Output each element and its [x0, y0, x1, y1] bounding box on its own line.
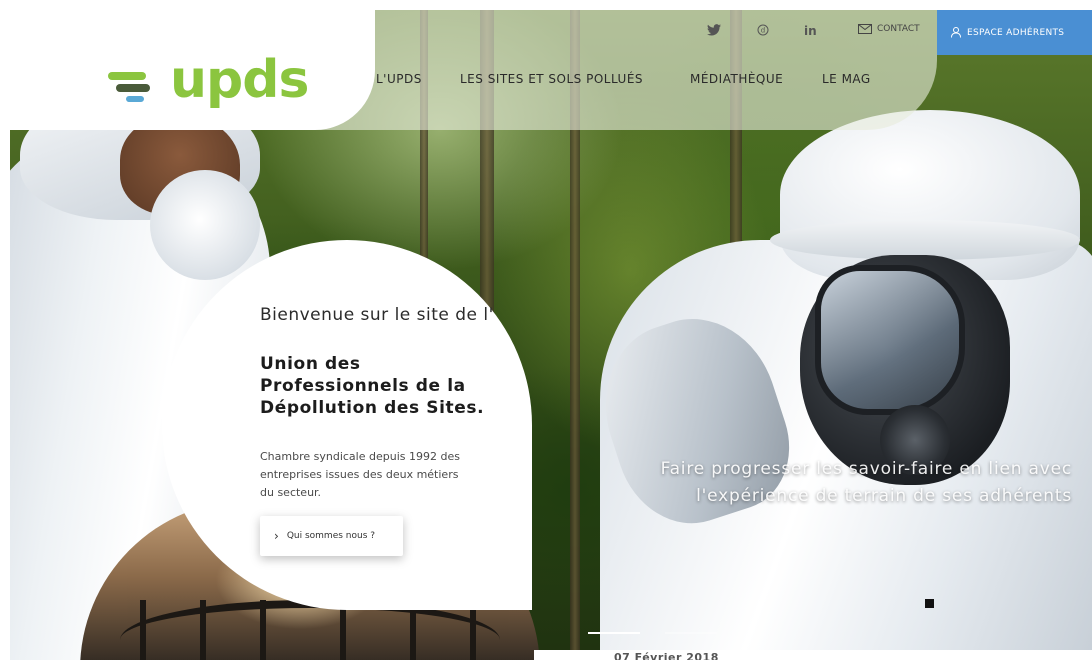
right-worker-helmet-brim: [770, 220, 1080, 260]
nav-item-sites-sols[interactable]: LES SITES ET SOLS POLLUÉS: [460, 72, 643, 86]
logo-mark-icon: [108, 72, 168, 112]
organization-name: Union des Professionnels de la Dépolluti…: [260, 354, 485, 418]
slide-dot[interactable]: [665, 632, 717, 634]
about-us-button[interactable]: › Qui sommes nous ?: [260, 516, 403, 556]
welcome-intro: Bienvenue sur le site de l': [260, 305, 494, 325]
logo-text: upds: [170, 50, 309, 110]
news-date: 07 Février 2018: [614, 651, 719, 660]
nav-item-le-mag[interactable]: LE MAG: [822, 72, 871, 86]
linkedin-icon[interactable]: in: [804, 24, 817, 38]
chevron-right-icon: ›: [274, 529, 279, 543]
envelope-icon: [858, 24, 872, 34]
about-us-label: Qui sommes nous ?: [286, 531, 376, 541]
page-left-margin: [0, 0, 10, 660]
contact-label: CONTACT: [877, 24, 920, 34]
coaster-post: [260, 600, 266, 660]
svg-text:d: d: [761, 27, 765, 35]
left-worker-mask: [150, 170, 260, 280]
user-icon: [951, 27, 961, 38]
members-area-label: ESPACE ADHÉRENTS: [967, 27, 1065, 38]
twitter-icon[interactable]: [707, 24, 721, 39]
logo-container[interactable]: upds: [10, 10, 375, 130]
page-top-margin: [0, 0, 1092, 10]
coaster-post: [140, 600, 146, 660]
slide-dot-active[interactable]: [588, 632, 640, 634]
welcome-description: Chambre syndicale depuis 1992 des entrep…: [260, 450, 460, 499]
nav-item-upds[interactable]: L'UPDS: [376, 72, 422, 86]
nav-item-mediatheque[interactable]: MÉDIATHÈQUE: [690, 72, 783, 86]
dailymotion-icon[interactable]: d: [757, 24, 769, 39]
news-strip: 07 Février 2018: [534, 650, 1092, 660]
contact-link[interactable]: CONTACT: [858, 24, 920, 34]
members-area-button[interactable]: ESPACE ADHÉRENTS: [937, 10, 1092, 55]
slider-indicator[interactable]: [925, 599, 934, 608]
coaster-post: [200, 600, 206, 660]
gas-mask-visor: [815, 265, 965, 415]
slider-caption: Faire progresser les savoir-faire en lie…: [660, 459, 1072, 506]
